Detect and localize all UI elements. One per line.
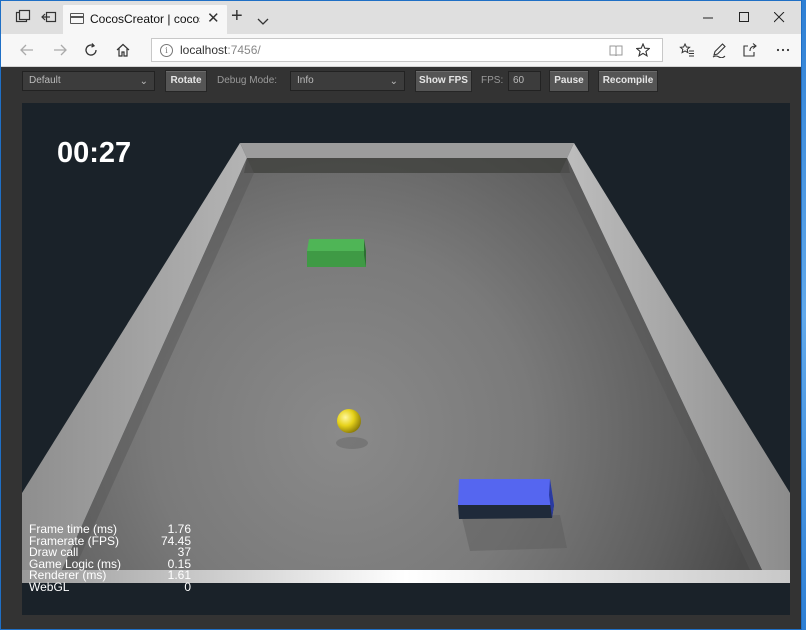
game-timer: 00:27 xyxy=(57,137,132,169)
game-canvas[interactable]: 00:27 Frame time (ms) 1.76 Framerate (FP… xyxy=(22,103,790,615)
stat-webgl: WebGL 0 xyxy=(29,579,191,594)
back-icon[interactable] xyxy=(19,42,35,58)
fps-label: FPS: xyxy=(481,75,504,86)
favorites-icon[interactable] xyxy=(679,42,695,58)
chevron-down-icon[interactable] xyxy=(257,13,269,31)
pen-icon[interactable] xyxy=(711,42,727,59)
more-icon[interactable] xyxy=(775,42,791,58)
debug-mode-select[interactable]: Info ⌄ xyxy=(290,71,405,91)
browser-tab[interactable]: CocosCreator | cocos-cr ✕ xyxy=(63,5,227,34)
chevron-down-icon: ⌄ xyxy=(389,76,398,87)
home-icon[interactable] xyxy=(115,42,131,58)
new-tab-icon[interactable]: + xyxy=(231,6,243,26)
blue-block xyxy=(458,479,554,519)
url-text: localhost:7456/ xyxy=(180,43,261,57)
set-aside-tabs-icon[interactable] xyxy=(41,9,59,27)
arena-back-wall xyxy=(240,143,574,158)
yellow-ball xyxy=(337,409,361,433)
favorite-star-icon[interactable] xyxy=(635,42,651,62)
pause-button[interactable]: Pause xyxy=(549,70,589,92)
debug-mode-label: Debug Mode: xyxy=(217,75,278,86)
title-bar[interactable]: CocosCreator | cocos-cr ✕ + xyxy=(1,1,801,34)
address-bar[interactable]: i localhost:7456/ xyxy=(151,38,663,62)
reading-view-icon[interactable] xyxy=(609,44,623,62)
chevron-down-icon: ⌄ xyxy=(139,76,148,87)
device-select[interactable]: Default ⌄ xyxy=(22,71,155,91)
close-window-button[interactable] xyxy=(756,1,801,34)
desktop-background xyxy=(802,0,806,630)
green-block xyxy=(307,239,366,267)
browser-window: CocosCreator | cocos-cr ✕ + xyxy=(0,0,802,630)
forward-icon[interactable] xyxy=(52,42,68,58)
recompile-button[interactable]: Recompile xyxy=(598,70,658,92)
navigation-bar: i localhost:7456/ xyxy=(1,34,801,67)
tab-title: CocosCreator | cocos-cr xyxy=(90,12,200,26)
page-icon xyxy=(70,13,84,24)
close-tab-icon[interactable]: ✕ xyxy=(207,9,220,27)
rotate-button[interactable]: Rotate xyxy=(165,70,207,92)
preview-toolbar: Default ⌄ Rotate Debug Mode: Info ⌄ Show… xyxy=(1,67,801,98)
debug-stats-panel: Frame time (ms) 1.76 Framerate (FPS) 74.… xyxy=(29,523,191,594)
tab-manager-icon[interactable] xyxy=(15,9,33,27)
refresh-icon[interactable] xyxy=(83,42,99,58)
show-fps-button[interactable]: Show FPS xyxy=(415,70,472,92)
info-icon[interactable]: i xyxy=(160,44,173,57)
share-icon[interactable] xyxy=(742,42,758,58)
fps-input[interactable]: 60 xyxy=(508,71,541,91)
